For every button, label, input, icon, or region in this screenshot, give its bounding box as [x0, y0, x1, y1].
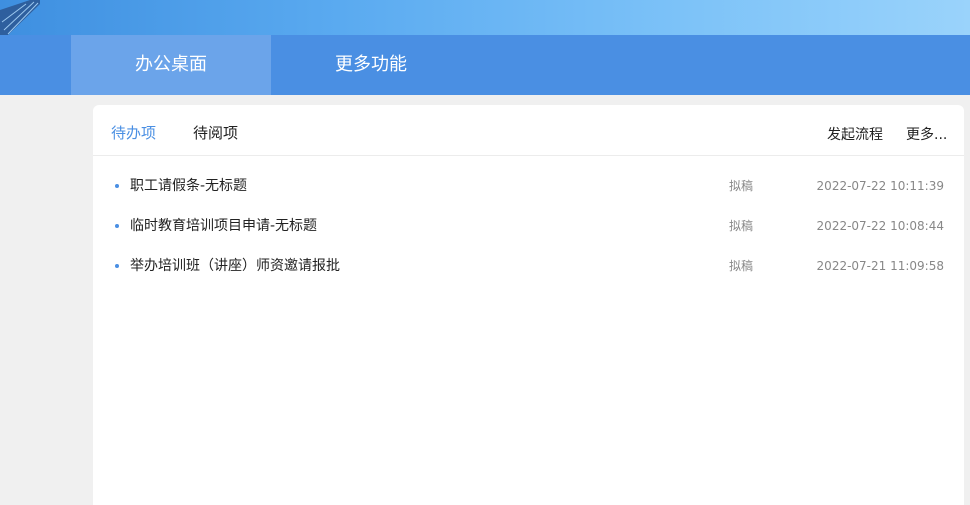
item-title[interactable]: 举办培训班（讲座）师资邀请报批	[130, 246, 340, 286]
item-status: 拟稿	[729, 259, 754, 273]
bullet-icon	[115, 184, 119, 188]
item-status: 拟稿	[729, 179, 754, 193]
banner-building-decoration	[0, 0, 40, 35]
main-navbar: 办公桌面 更多功能	[0, 35, 970, 95]
task-card: 待办项 待阅项 发起流程 更多... 职工请假条-无标题 拟稿 2022-07-…	[93, 105, 964, 505]
top-banner	[0, 0, 970, 35]
start-process-link[interactable]: 发起流程	[827, 105, 883, 155]
item-time: 2022-07-21 11:09:58	[816, 259, 944, 273]
nav-tab-office-desktop[interactable]: 办公桌面	[71, 35, 271, 95]
item-title[interactable]: 临时教育培训项目申请-无标题	[130, 206, 317, 246]
item-time: 2022-07-22 10:08:44	[816, 219, 944, 233]
card-header: 待办项 待阅项 发起流程 更多...	[93, 105, 964, 156]
bullet-icon	[115, 264, 119, 268]
list-item[interactable]: 举办培训班（讲座）师资邀请报批 拟稿 2022-07-21 11:09:58	[93, 246, 964, 286]
item-time: 2022-07-22 10:11:39	[816, 179, 944, 193]
tab-to-read[interactable]: 待阅项	[193, 105, 238, 155]
item-status: 拟稿	[729, 219, 754, 233]
more-link[interactable]: 更多...	[906, 105, 947, 155]
bullet-icon	[115, 224, 119, 228]
tab-todo[interactable]: 待办项	[111, 105, 156, 155]
item-title[interactable]: 职工请假条-无标题	[130, 166, 247, 206]
list-item[interactable]: 职工请假条-无标题 拟稿 2022-07-22 10:11:39	[93, 166, 964, 206]
nav-tab-more-functions[interactable]: 更多功能	[271, 35, 471, 95]
list-item[interactable]: 临时教育培训项目申请-无标题 拟稿 2022-07-22 10:08:44	[93, 206, 964, 246]
todo-list: 职工请假条-无标题 拟稿 2022-07-22 10:11:39 临时教育培训项…	[93, 166, 964, 286]
